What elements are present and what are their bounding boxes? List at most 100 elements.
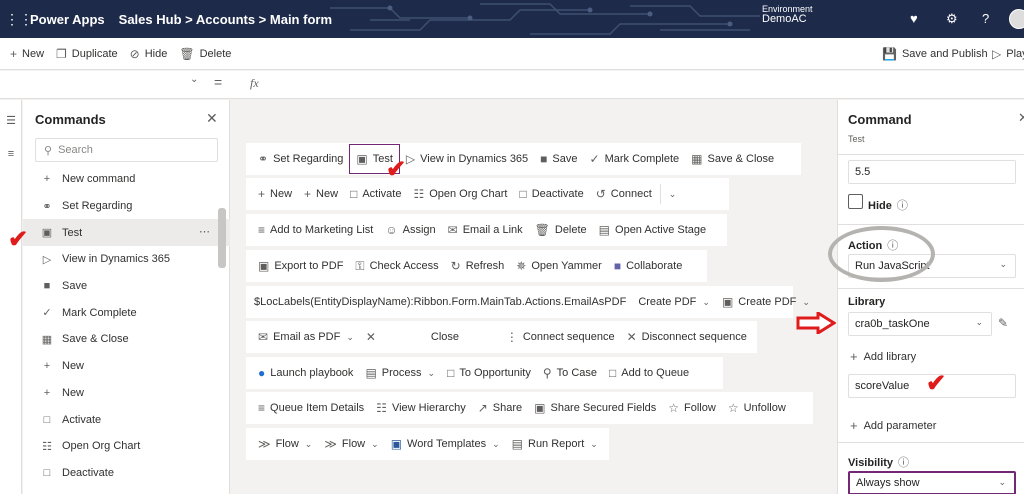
canvas-button[interactable]: + New (252, 178, 298, 210)
canvas-button[interactable]: □ Deactivate (513, 178, 589, 210)
canvas-button[interactable]: ▦ Save & Close (685, 143, 780, 175)
list-item[interactable]: □ Activate (23, 406, 230, 433)
delete-button[interactable]: 🗑 Delete (173, 38, 237, 70)
info-icon[interactable]: ⓘ (897, 200, 908, 212)
info-icon[interactable]: ⓘ (898, 457, 909, 469)
add-library-button[interactable]: + Add library (850, 349, 916, 364)
app-name[interactable]: Power Apps (30, 12, 105, 27)
version-field[interactable]: 5.5 (848, 160, 1016, 184)
help-icon[interactable]: ? (982, 11, 989, 26)
hamburger-icon[interactable]: ☰ (0, 114, 22, 127)
fx-label[interactable]: fx (250, 76, 259, 91)
canvas-button[interactable]: ▣ Export to PDF (252, 250, 349, 282)
command-row: ✉ Email as PDF ⌄ ✕ Close ⋮ Connect sequence … (246, 321, 757, 353)
canvas-button[interactable]: ✵ Open Yammer (510, 250, 608, 282)
list-item[interactable]: ☷ Open Org Chart (23, 433, 230, 460)
pencil-icon[interactable]: ✎ (998, 316, 1008, 330)
library-label: Library (848, 296, 886, 308)
canvas-button[interactable]: ≡ Queue Item Details (252, 392, 370, 424)
app-header: ⋮⋮⋮ Power Apps Sales Hub > Accounts > Ma… (0, 0, 1024, 38)
close-icon[interactable]: ✕ (206, 110, 218, 127)
avatar[interactable] (1009, 9, 1024, 29)
canvas-button[interactable]: □ To Opportunity (441, 357, 537, 389)
canvas-button[interactable]: ✕ Close (360, 321, 500, 353)
list-item[interactable]: □ Deactivate (23, 460, 230, 487)
document-icon: □ (350, 187, 358, 201)
canvas-button[interactable]: ☷ Open Org Chart (407, 178, 513, 210)
sequence-icon: ⋮ (505, 330, 518, 344)
canvas-button[interactable]: ▤ Process ⌄ (359, 357, 441, 389)
hide-button[interactable]: ⊘ Hide (124, 38, 174, 70)
canvas-button[interactable]: ▤ Open Active Stage (593, 214, 712, 246)
canvas-button[interactable]: ☺ Assign (379, 214, 441, 246)
canvas-button[interactable]: + New (298, 178, 344, 210)
canvas-button[interactable]: ⚿ Check Access (349, 250, 444, 282)
property-dropdown[interactable] (0, 75, 205, 95)
list-item[interactable]: ✓ Mark Complete (23, 299, 230, 326)
visibility-dropdown[interactable]: Always show ⌄ (848, 471, 1016, 494)
canvas-button[interactable]: ⚭ Set Regarding (252, 143, 349, 175)
canvas-button[interactable]: ≡ Add to Marketing List (252, 214, 379, 246)
canvas-button[interactable]: ■ Save (534, 143, 583, 175)
canvas-button[interactable]: $LocLabels(EntityDisplayName):Ribbon.For… (252, 286, 632, 318)
canvas-button[interactable]: ▣ Share Secured Fields (528, 392, 662, 424)
canvas-button[interactable]: ● Launch playbook (252, 357, 359, 389)
process-icon: ▤ (365, 366, 377, 380)
canvas-button[interactable]: ⚲ To Case (537, 357, 603, 389)
gear-icon[interactable]: ⚙ (946, 11, 958, 27)
command-row: $LocLabels(EntityDisplayName):Ribbon.For… (246, 286, 810, 318)
canvas-button[interactable]: ✕ Disconnect sequence (621, 321, 753, 353)
canvas-button[interactable]: ☆ Unfollow (722, 392, 792, 424)
connect-dropdown[interactable]: ⌄ (663, 178, 683, 210)
new-button[interactable]: + New (4, 38, 50, 70)
canvas-button[interactable]: ✉ Email a Link (442, 214, 529, 246)
environment-picker[interactable]: Environment DemoAC (762, 4, 813, 25)
canvas-button[interactable]: ▷ View in Dynamics 365 (400, 143, 534, 175)
connect-icon: ↺ (595, 187, 606, 201)
link-icon: ⚭ (42, 200, 52, 213)
list-item[interactable]: + New (23, 380, 230, 407)
chevron-down-icon: ⌄ (999, 259, 1007, 269)
canvas-button[interactable]: ✉ Email as PDF ⌄ (252, 321, 360, 353)
canvas-button[interactable]: 🗑 Delete (529, 214, 593, 246)
list-item[interactable]: + New (23, 353, 230, 380)
add-parameter-button[interactable]: + Add parameter (850, 418, 936, 433)
canvas-button[interactable]: ▣ Word Templates ⌄ (385, 428, 506, 460)
canvas-button[interactable]: ☷ View Hierarchy (370, 392, 472, 424)
command-row: ⚭ Set Regarding ▣ Test ▷ View in Dynamics 3… (246, 143, 801, 175)
tree-view-icon[interactable]: ≡ (0, 148, 22, 160)
canvas-button[interactable]: ↺ Connect (590, 178, 658, 210)
canvas-button[interactable]: ▤ Run Report ⌄ (506, 428, 604, 460)
canvas-button[interactable]: Create PDF ⌄ (632, 286, 716, 318)
canvas-button[interactable]: ✓ Mark Complete (584, 143, 686, 175)
save-publish-button[interactable]: 💾 Save and Publish (876, 38, 994, 70)
play-button[interactable]: ▷Play (986, 38, 1024, 70)
chevron-down-icon[interactable]: ⌄ (190, 74, 198, 85)
annotation-checkmark: ✔ (386, 156, 407, 183)
library-dropdown[interactable]: cra0b_taskOne ⌄ (848, 312, 992, 336)
duplicate-button[interactable]: ❐ Duplicate (50, 38, 124, 70)
list-item[interactable]: ▦ Save & Close (23, 326, 230, 353)
canvas-button[interactable]: ≫ Flow ⌄ (318, 428, 384, 460)
plus-icon: + (304, 187, 312, 201)
list-item[interactable]: ▷ View in Dynamics 365 (23, 246, 230, 273)
list-item[interactable]: ▣ Test ⋯ (23, 219, 230, 247)
list-item[interactable]: + New command (23, 166, 230, 193)
hide-checkbox[interactable] (848, 194, 863, 209)
waffle-icon[interactable]: ⋮⋮⋮ (0, 0, 33, 38)
annotation-ellipse (828, 226, 935, 282)
list-item[interactable]: ■ Save (23, 273, 230, 300)
bell-icon[interactable]: ♥ (910, 11, 918, 26)
canvas-button[interactable]: □ Add to Queue (603, 357, 695, 389)
more-icon[interactable]: ⋯ (199, 225, 210, 238)
canvas-button[interactable]: ≫ Flow ⌄ (252, 428, 318, 460)
canvas-button[interactable]: ⋮ Connect sequence (500, 321, 621, 353)
scrollbar[interactable] (218, 208, 226, 268)
search-input[interactable]: ⚲ Search (35, 138, 218, 162)
canvas-button[interactable]: ↻ Refresh (445, 250, 511, 282)
canvas-button[interactable]: ☆ Follow (662, 392, 722, 424)
list-item[interactable]: ⚭ Set Regarding (23, 193, 230, 220)
close-icon[interactable]: ✕ (1018, 110, 1024, 126)
canvas-button[interactable]: ↗ Share (472, 392, 528, 424)
canvas-button[interactable]: ■ Collaborate (608, 250, 689, 282)
